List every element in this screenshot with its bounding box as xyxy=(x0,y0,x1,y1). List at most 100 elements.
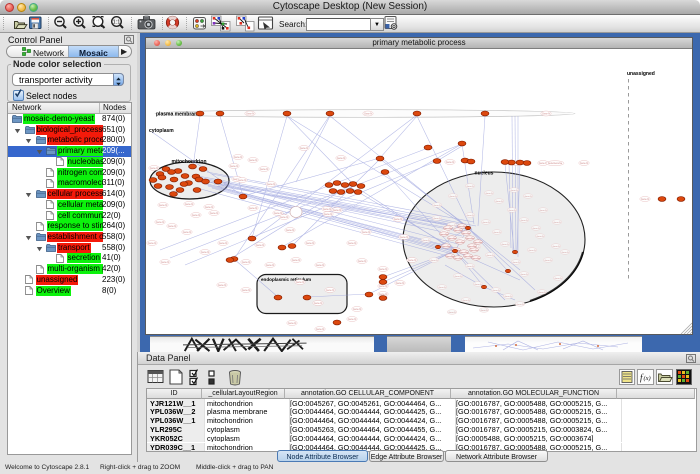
svg-text:GeneNm: GeneNm xyxy=(474,242,483,244)
svg-text:Gene-N: Gene-N xyxy=(348,319,356,321)
svg-text:Gene-N: Gene-N xyxy=(364,113,372,115)
svg-text:Gene-N: Gene-N xyxy=(210,213,218,215)
svg-text:Gene-N: Gene-N xyxy=(493,232,501,234)
svg-text:GeneGeneGe: GeneGeneGe xyxy=(548,163,563,165)
svg-text:GeneNm: GeneNm xyxy=(440,234,449,236)
svg-text:Gene-N: Gene-N xyxy=(433,205,441,207)
svg-text:Gene-N: Gene-N xyxy=(316,329,324,331)
svg-text:Gene-N: Gene-N xyxy=(242,262,250,264)
svg-text:plasma membrane: plasma membrane xyxy=(156,112,200,118)
svg-text:Gene-N: Gene-N xyxy=(234,157,242,159)
svg-text:Gene-N: Gene-N xyxy=(474,284,482,286)
svg-text:Gene-N: Gene-N xyxy=(242,290,250,292)
svg-text:Gene-N: Gene-N xyxy=(641,199,649,201)
svg-text:Gene-N: Gene-N xyxy=(306,243,314,245)
svg-text:Gene-N: Gene-N xyxy=(520,274,528,276)
svg-text:Gene-N: Gene-N xyxy=(492,290,500,292)
svg-text:Gene-N: Gene-N xyxy=(485,193,493,195)
svg-text:1:1: 1:1 xyxy=(113,20,121,26)
svg-text:GeneNm: GeneNm xyxy=(456,242,465,244)
svg-text:Gene-N: Gene-N xyxy=(554,278,562,280)
svg-text:Gene-N: Gene-N xyxy=(433,218,441,220)
svg-text:Gene-N: Gene-N xyxy=(446,162,454,164)
svg-text:Gene-N: Gene-N xyxy=(280,217,288,219)
svg-text:Gene-N: Gene-N xyxy=(148,243,156,245)
svg-text:Gene-N: Gene-N xyxy=(230,166,238,168)
svg-text:Gene-N: Gene-N xyxy=(430,260,438,262)
svg-text:GeneNm: GeneNm xyxy=(462,233,471,235)
svg-text:Gene-N: Gene-N xyxy=(296,282,304,284)
svg-text:Gene-N: Gene-N xyxy=(422,240,430,242)
svg-text:Gene-N: Gene-N xyxy=(538,292,546,294)
svg-text:Gene-N: Gene-N xyxy=(396,283,404,285)
svg-text:Gene-N: Gene-N xyxy=(292,260,300,262)
svg-text:Gene-N: Gene-N xyxy=(466,266,474,268)
svg-text:Gene-N: Gene-N xyxy=(246,113,254,115)
svg-text:GeneNm: GeneNm xyxy=(454,258,463,260)
svg-text:Gene-N: Gene-N xyxy=(482,222,490,224)
svg-text:GeneNm: GeneNm xyxy=(470,250,479,252)
svg-text:Gene-N: Gene-N xyxy=(337,158,345,160)
svg-text:Gene-N: Gene-N xyxy=(466,215,474,217)
svg-text:Gene-N: Gene-N xyxy=(183,232,191,234)
svg-text:Gene-N: Gene-N xyxy=(379,286,387,288)
svg-text:Gene-N: Gene-N xyxy=(516,304,524,306)
svg-text:Gene-N: Gene-N xyxy=(408,260,416,262)
svg-text:mitochondrion: mitochondrion xyxy=(172,159,207,165)
svg-text:Gene-N: Gene-N xyxy=(201,252,209,254)
svg-text:Gene-N: Gene-N xyxy=(159,205,167,207)
svg-text:Gene-N: Gene-N xyxy=(495,201,503,203)
svg-text:Gene-N: Gene-N xyxy=(161,262,169,264)
svg-text:Gene-N: Gene-N xyxy=(466,186,474,188)
svg-text:Gene-N: Gene-N xyxy=(512,262,520,264)
svg-text:Gene-N: Gene-N xyxy=(553,222,561,224)
svg-text:GeneNm: GeneNm xyxy=(472,258,481,260)
svg-text:Gene-N: Gene-N xyxy=(168,226,176,228)
svg-text:Gene-N: Gene-N xyxy=(286,230,294,232)
svg-text:GeneNm: GeneNm xyxy=(444,228,453,230)
svg-text:Gene-N: Gene-N xyxy=(542,113,550,115)
svg-text:GeneNm: GeneNm xyxy=(454,230,463,232)
svg-text:Gene-N: Gene-N xyxy=(323,209,331,211)
svg-text:Gene-N: Gene-N xyxy=(449,196,457,198)
svg-text:Gene-N: Gene-N xyxy=(150,168,158,170)
svg-text:GeneNm: GeneNm xyxy=(458,226,467,228)
svg-text:Gene-N: Gene-N xyxy=(480,310,488,312)
svg-text:Gene-N: Gene-N xyxy=(260,169,268,171)
svg-text:nucleus: nucleus xyxy=(475,171,494,177)
svg-text:Gene-N: Gene-N xyxy=(462,300,470,302)
svg-text:GeneNm: GeneNm xyxy=(460,252,469,254)
svg-text:Gene-N: Gene-N xyxy=(256,245,264,247)
svg-text:Gene-N: Gene-N xyxy=(192,215,200,217)
svg-text:Gene-N: Gene-N xyxy=(156,222,164,224)
svg-text:Gene-N: Gene-N xyxy=(524,196,532,198)
svg-text:Gene-N: Gene-N xyxy=(348,243,356,245)
svg-text:Gene-N: Gene-N xyxy=(205,207,213,209)
svg-text:Gene-N: Gene-N xyxy=(580,163,588,165)
svg-text:Gene-N: Gene-N xyxy=(438,287,446,289)
svg-text:Gene-N: Gene-N xyxy=(238,180,246,182)
svg-text:Gene-N: Gene-N xyxy=(561,252,569,254)
svg-text:Gene-N: Gene-N xyxy=(316,265,324,267)
svg-text:Gene-N: Gene-N xyxy=(300,148,308,150)
svg-text:GeneNm: GeneNm xyxy=(442,246,451,248)
svg-text:Gene-N: Gene-N xyxy=(510,190,518,192)
svg-text:Gene-N: Gene-N xyxy=(454,276,462,278)
svg-text:Gene-N: Gene-N xyxy=(324,214,332,216)
svg-text:Gene-N: Gene-N xyxy=(508,210,516,212)
svg-text:GeneNm: GeneNm xyxy=(448,238,457,240)
svg-text:GeneNm: GeneNm xyxy=(468,246,477,248)
svg-text:Gene-N: Gene-N xyxy=(394,219,402,221)
svg-text:Gene-N: Gene-N xyxy=(379,269,387,271)
svg-text:Gene-N: Gene-N xyxy=(536,236,544,238)
svg-text:Gene-N: Gene-N xyxy=(249,208,257,210)
svg-text:Gene-N: Gene-N xyxy=(552,246,560,248)
svg-text:Gene-N: Gene-N xyxy=(544,260,552,262)
svg-text:Gene-N: Gene-N xyxy=(504,296,512,298)
svg-text:Gene-N: Gene-N xyxy=(486,255,494,257)
svg-text:Gene-N: Gene-N xyxy=(501,244,509,246)
svg-text:Gene-N: Gene-N xyxy=(314,303,322,305)
svg-text:Gene-N: Gene-N xyxy=(400,237,408,239)
svg-text:Gene-N: Gene-N xyxy=(362,232,370,234)
svg-text:Gene-N: Gene-N xyxy=(219,243,227,245)
